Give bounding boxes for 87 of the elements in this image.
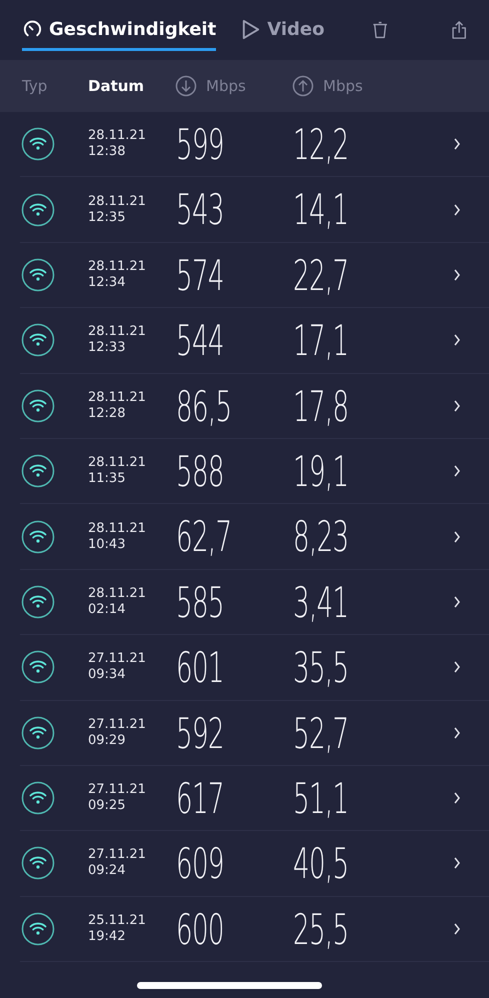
download-value: 543 — [176, 187, 224, 234]
upload-value: 17,8 — [293, 384, 348, 430]
download-value: 588 — [176, 448, 224, 495]
upload-value: 22,7 — [293, 252, 348, 299]
upload-value: 17,1 — [293, 318, 348, 364]
wifi-icon — [21, 192, 55, 227]
date-text: 28.11.21 — [88, 128, 146, 144]
chevron-right-icon[interactable] — [453, 922, 461, 936]
chevron-right-icon[interactable] — [453, 268, 461, 282]
download-value: 585 — [176, 580, 224, 626]
time-text: 02:14 — [88, 602, 126, 618]
chevron-right-icon[interactable] — [453, 594, 461, 609]
date-text: 27.11.21 — [88, 782, 146, 798]
tab[interactable]: Geschwindigkeit — [22, 13, 216, 51]
time-text: 12:28 — [88, 406, 126, 422]
time-text: 10:43 — [88, 536, 126, 553]
date-text: 28.11.21 — [88, 586, 146, 602]
chevron-right-icon[interactable] — [453, 202, 461, 217]
upload-value: 40,5 — [293, 841, 348, 888]
download-value: 617 — [176, 776, 224, 822]
time-text: 09:34 — [88, 667, 126, 684]
date-text: 27.11.21 — [88, 716, 146, 733]
download-value: 609 — [176, 841, 224, 888]
time-text: 11:35 — [88, 471, 126, 488]
column-header[interactable]: Typ — [22, 77, 48, 95]
time-text: 09:29 — [88, 732, 126, 749]
chevron-right-icon[interactable] — [453, 660, 461, 674]
time-text: 12:35 — [88, 210, 126, 226]
chevron-right-icon[interactable] — [453, 464, 461, 478]
upload-value: 35,5 — [293, 645, 348, 692]
arrow-down-icon — [175, 75, 197, 97]
download-value: 544 — [176, 318, 224, 364]
date-text: 28.11.21 — [88, 455, 146, 472]
date-text: 25.11.21 — [88, 912, 146, 929]
date-text: 28.11.21 — [88, 520, 146, 537]
download-value: 599 — [176, 122, 224, 168]
chevron-right-icon[interactable] — [453, 398, 461, 413]
time-text: 12:38 — [88, 144, 126, 160]
time-text: 09:25 — [88, 798, 126, 814]
date-text: 27.11.21 — [88, 651, 146, 668]
column-header[interactable]: Mbps — [175, 75, 246, 97]
upload-value: 25,5 — [293, 906, 348, 953]
wifi-icon — [21, 650, 55, 684]
chevron-right-icon[interactable] — [453, 791, 461, 806]
wifi-icon — [21, 716, 55, 750]
download-value: 574 — [176, 252, 224, 299]
chevron-right-icon[interactable] — [453, 726, 461, 740]
time-text: 12:33 — [88, 340, 126, 356]
wifi-icon — [21, 323, 55, 358]
chevron-right-icon[interactable] — [453, 137, 461, 152]
upload-value: 8,23 — [293, 514, 348, 560]
chevron-right-icon[interactable] — [453, 856, 461, 870]
time-text: 09:24 — [88, 863, 126, 880]
date-text: 28.11.21 — [88, 324, 146, 340]
date-text: 27.11.21 — [88, 847, 146, 864]
wifi-icon — [21, 127, 55, 162]
wifi-icon — [21, 454, 55, 488]
upload-value: 12,2 — [293, 122, 348, 168]
download-value: 592 — [176, 710, 224, 757]
column-header[interactable]: Mbps — [292, 75, 363, 97]
wifi-icon — [21, 258, 55, 292]
upload-value: 51,1 — [293, 776, 348, 822]
wifi-icon — [21, 520, 55, 554]
download-value: 86,5 — [176, 384, 232, 430]
wifi-icon — [21, 388, 55, 423]
date-text: 28.11.21 — [88, 258, 146, 275]
date-text: 28.11.21 — [88, 390, 146, 406]
upload-value: 14,1 — [293, 187, 348, 234]
arrow-up-icon — [292, 75, 314, 97]
wifi-icon — [21, 584, 55, 619]
download-value: 600 — [176, 906, 224, 953]
chevron-right-icon[interactable] — [453, 530, 461, 544]
column-header[interactable]: Datum — [88, 77, 144, 95]
upload-value: 52,7 — [293, 710, 348, 757]
time-text: 19:42 — [88, 928, 126, 945]
wifi-icon — [21, 781, 55, 816]
chevron-right-icon[interactable] — [453, 333, 461, 348]
play-icon — [240, 19, 262, 40]
download-value: 601 — [176, 645, 224, 692]
wifi-icon — [21, 846, 55, 880]
upload-value: 3,41 — [293, 580, 348, 626]
tab[interactable]: Video — [240, 13, 324, 51]
download-value: 62,7 — [176, 514, 232, 560]
time-text: 12:34 — [88, 274, 126, 291]
date-text: 28.11.21 — [88, 194, 146, 210]
wifi-icon — [21, 912, 55, 946]
upload-value: 19,1 — [293, 448, 348, 495]
